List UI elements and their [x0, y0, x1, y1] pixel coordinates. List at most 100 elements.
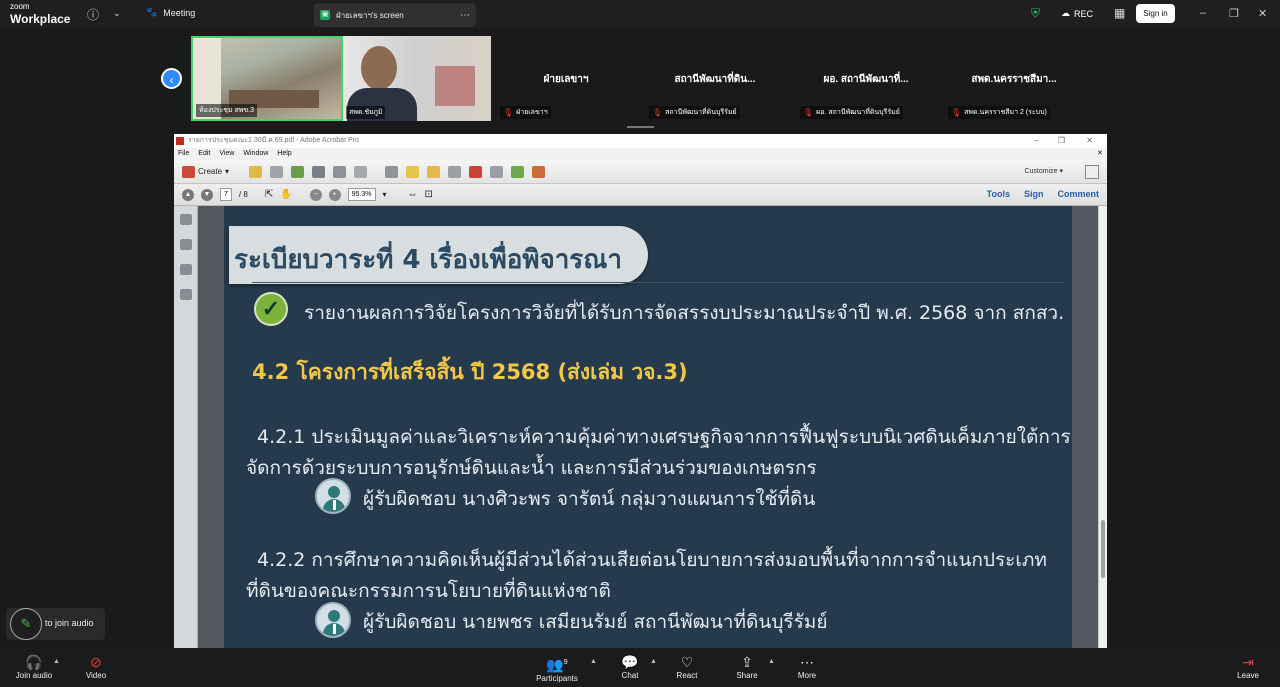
meeting-controls: 🎧 Join audio ▲ ⊘ Video 👥9 Participants ▲…	[0, 648, 1280, 687]
close-icon: ✕	[1086, 136, 1093, 145]
menu-window: Window	[243, 150, 269, 157]
acrobat-title-bar: รายการประชุมคณะ1 30มี.ค.69.pdf - Adobe A…	[174, 134, 1107, 148]
close-icon[interactable]: ✕	[1258, 7, 1267, 20]
chevron-down-icon[interactable]: ⌄	[113, 8, 121, 19]
participant-face	[361, 46, 397, 90]
person-icon	[315, 602, 351, 638]
item1-line1: 4.2.1 ประเมินมูลค่าและวิเคราะห์ความคุ้มค…	[257, 426, 1071, 448]
save-icon	[270, 165, 284, 178]
strip-resize-handle[interactable]	[627, 126, 654, 128]
shield-icon[interactable]: ⛨	[1031, 6, 1040, 21]
more-button[interactable]: ⋯ More	[777, 654, 837, 680]
more-icon: ⋯	[800, 654, 814, 670]
print-icon	[312, 165, 326, 178]
meeting-button[interactable]: 🐾 Meeting	[146, 7, 195, 18]
acrobat-nav-bar: ▲ ▼ 7 / 8 ⇱ ✋ − + 95.3% ▾ ⇔ ⊡ Tools Sign…	[174, 184, 1107, 206]
acrobat-toolbar: Create ▾ Customize ▾	[174, 160, 1107, 184]
mic-muted-icon: 🎙	[503, 108, 514, 117]
participants-button[interactable]: 👥9 Participants	[527, 654, 587, 683]
delete-icon	[469, 165, 483, 178]
item2-responsible: ผู้รับผิดชอบ นายพชร เสมียนรัมย์ สถานีพัฒ…	[363, 611, 828, 633]
attach-icon	[490, 165, 504, 178]
prev-page-icon: ▲	[182, 188, 194, 201]
shared-screen: รายการประชุมคณะ1 30มี.ค.69.pdf - Adobe A…	[174, 134, 1107, 648]
settings-icon	[385, 165, 399, 178]
zoom-out-icon: −	[309, 188, 322, 201]
menu-edit: Edit	[198, 150, 211, 157]
share-indicator-icon: ▣	[320, 10, 330, 20]
mic-muted-icon: 🎙	[652, 108, 663, 117]
share-options-caret[interactable]: ▲	[768, 658, 775, 665]
minimize-icon[interactable]: –	[1200, 7, 1206, 19]
comment-icon	[406, 165, 420, 178]
gallery-prev-button[interactable]: ‹	[161, 68, 182, 89]
video-button[interactable]: ⊘ Video	[66, 654, 126, 680]
menu-file: File	[178, 150, 190, 157]
cloud-icon: ☁	[1061, 8, 1070, 18]
mic-muted-icon: 🎙	[951, 108, 962, 117]
annotate-pencil-icon[interactable]: ✎	[10, 608, 42, 640]
create-button: Create ▾	[182, 165, 229, 178]
check-icon: ✓	[254, 292, 288, 326]
customize-dropdown: Customize ▾	[1024, 168, 1063, 175]
participants-options-caret[interactable]: ▲	[590, 658, 597, 665]
scrollbar-thumb	[1101, 520, 1105, 578]
export-icon	[511, 165, 525, 178]
tab-sign: Sign	[1023, 189, 1044, 199]
participant-tile[interactable]: สพด.นครราชสีมา... 🎙 สพด.นครราชสีมา 2 (ระบ…	[944, 36, 1084, 121]
item1-responsible: ผู้รับผิดชอบ นางศิวะพร จารัตน์ กลุ่มวางแ…	[363, 488, 816, 510]
menu-help: Help	[277, 150, 292, 157]
react-button[interactable]: ♡ React	[657, 654, 717, 680]
divider	[252, 282, 1064, 283]
highlight-icon	[427, 165, 441, 178]
acrobat-menu-bar: File Edit View Window Help ✕	[174, 148, 1107, 160]
navigation-pane	[174, 206, 198, 648]
bookmarks-icon	[180, 239, 192, 250]
leave-icon: ⇥	[1242, 654, 1254, 670]
close-doc-icon: ✕	[1097, 150, 1103, 157]
hand-tool-icon: ✋	[280, 189, 293, 200]
minimize-icon: –	[1034, 136, 1039, 145]
fit-page-icon: ⊡	[424, 189, 433, 200]
participant-tile[interactable]: สถานีพัฒนาที่ดิน... 🎙 สถานีพัฒนาที่ดินบุร…	[645, 36, 785, 121]
restore-icon[interactable]: ❐	[1229, 7, 1239, 20]
item2-line2: ที่ดินของคณะกรรมการนโยบายที่ดินแห่งชาติ	[246, 580, 611, 602]
restore-icon: ❐	[1057, 136, 1065, 145]
video-tile-participant[interactable]: สพด.ชัยภูมิ	[343, 36, 491, 121]
expand-icon	[1085, 165, 1099, 179]
participant-tile[interactable]: ผอ. สถานีพัฒนาที่... 🎙 ผอ. สถานีพัฒนาที่ด…	[796, 36, 936, 121]
top-bar: zoom Workplace ⓘ ⌄ 🐾 Meeting ▣ ฝ่ายเลขาฯ…	[0, 0, 1280, 29]
screen-share-tab[interactable]: ▣ ฝ่ายเลขาฯ's screen ⋯	[314, 3, 476, 27]
pdf-icon	[176, 137, 184, 145]
heart-icon: ♡	[680, 654, 694, 670]
create-pdf-icon	[182, 165, 195, 178]
leave-button[interactable]: ⇥ Leave	[1218, 654, 1278, 680]
record-status[interactable]: ☁ REC	[1061, 8, 1093, 19]
participant-tile[interactable]: ฝ่ายเลขาฯ 🎙 ฝ่ายเลขาฯ	[496, 36, 636, 121]
form-icon	[532, 165, 546, 178]
email-icon	[354, 165, 368, 178]
sign-in-button[interactable]: Sign in	[1136, 4, 1175, 23]
info-icon[interactable]: ⓘ	[87, 6, 99, 23]
tab-tools: Tools	[986, 189, 1010, 199]
section-subheading: 4.2 โครงการที่เสร็จสิ้น ปี 2568 (ส่งเล่ม…	[252, 360, 688, 384]
more-options-icon[interactable]: ⋯	[460, 10, 470, 21]
zoom-in-icon: +	[328, 188, 341, 201]
check-text: รายงานผลการวิจัยโครงการวิจัยที่ได้รับการ…	[304, 302, 1065, 324]
calendar-icon[interactable]: ▦	[1114, 6, 1125, 20]
zoom-logo: zoom Workplace	[10, 2, 71, 26]
document-scrollbar	[1098, 206, 1107, 648]
open-icon	[249, 165, 263, 178]
tab-comment: Comment	[1057, 189, 1099, 199]
slide-heading: ระเบียบวาระที่ 4 เรื่องเพื่อพิจารณา	[234, 245, 622, 275]
page-thumbnails-icon	[180, 214, 192, 225]
paw-icon: 🐾	[146, 7, 158, 17]
join-audio-tooltip[interactable]: ✎ to join audio	[6, 608, 105, 640]
fit-width-icon: ⇔	[407, 189, 418, 200]
video-tile-meeting-room[interactable]: ห้องประชุม สพข.3	[191, 36, 343, 121]
mic-muted-icon: 🎙	[803, 108, 814, 117]
attachments-icon	[180, 289, 192, 300]
page-number-input: 7	[220, 188, 232, 201]
audio-options-caret[interactable]: ▲	[53, 658, 60, 665]
chat-options-caret[interactable]: ▲	[650, 658, 657, 665]
